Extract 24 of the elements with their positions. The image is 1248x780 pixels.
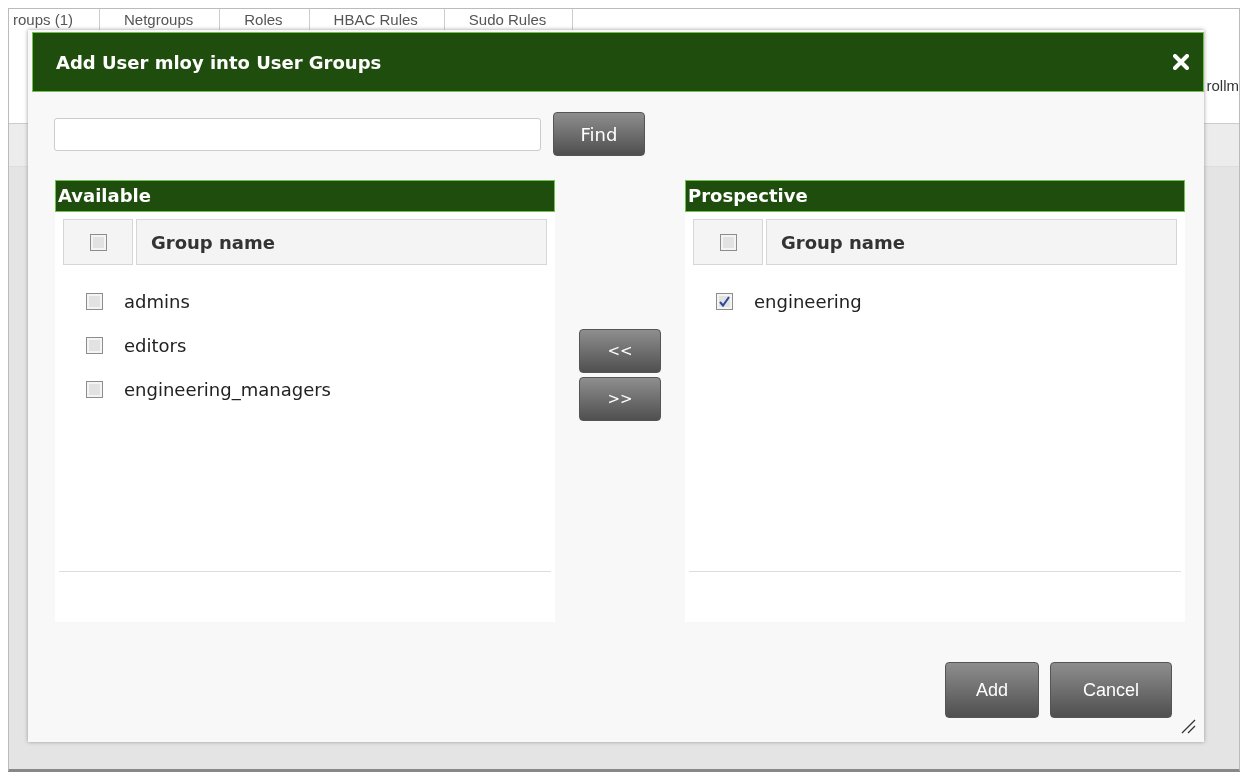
checkbox[interactable] xyxy=(89,233,107,251)
background-text: rollm xyxy=(1206,76,1239,94)
checkbox[interactable] xyxy=(86,380,103,398)
resize-grip-icon[interactable] xyxy=(1180,718,1196,734)
column-header: Group name xyxy=(766,219,1177,265)
checkbox[interactable] xyxy=(719,233,737,251)
checkbox[interactable] xyxy=(86,336,103,354)
group-name: admins xyxy=(124,290,190,312)
search-field[interactable] xyxy=(54,117,541,151)
checkbox[interactable] xyxy=(716,292,733,310)
move-button[interactable]: << xyxy=(579,329,661,373)
checkbox[interactable] xyxy=(86,292,103,310)
column-header: Group name xyxy=(136,219,547,265)
panel-title: Available xyxy=(55,180,555,212)
close-icon[interactable] xyxy=(1173,54,1189,70)
find-button[interactable]: Find xyxy=(553,112,645,156)
group-name: editors xyxy=(124,334,187,356)
panel-title: Prospective xyxy=(685,180,1185,212)
move-button[interactable]: >> xyxy=(579,377,661,421)
cancel-button[interactable]: Cancel xyxy=(1050,662,1172,718)
group-name: engineering xyxy=(754,290,862,312)
dialog-title: Add User mloy into User Groups xyxy=(56,51,382,73)
group-name: engineering_managers xyxy=(124,378,331,400)
add-button[interactable]: Add xyxy=(945,662,1039,718)
